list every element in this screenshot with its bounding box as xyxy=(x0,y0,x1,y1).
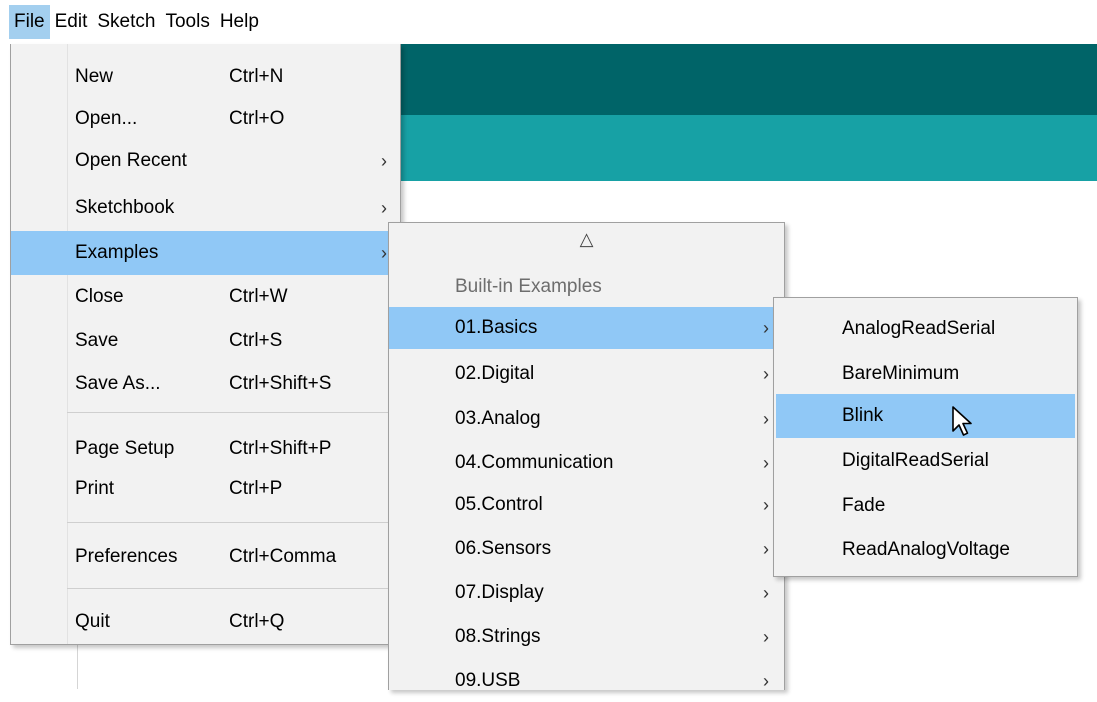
menu-edit[interactable]: Edit xyxy=(50,5,93,39)
menu-item-08-strings[interactable]: 08.Strings › xyxy=(389,616,784,658)
mouse-pointer-icon xyxy=(952,406,972,436)
menu-item-label: Quit xyxy=(75,611,110,632)
menu-item-bare-minimum[interactable]: BareMinimum xyxy=(774,353,1077,395)
menu-item-label: 01.Basics xyxy=(455,317,538,338)
chevron-right-icon: › xyxy=(763,671,769,691)
menu-item-label: Fade xyxy=(842,495,886,516)
chevron-right-icon: › xyxy=(763,318,769,338)
menu-item-09-usb[interactable]: 09.USB › xyxy=(389,660,784,702)
menu-item-01-basics[interactable]: 01.Basics › xyxy=(389,307,784,349)
chevron-right-icon: › xyxy=(763,453,769,473)
menu-item-label: 07.Display xyxy=(455,582,544,603)
menu-item-read-analog-voltage[interactable]: ReadAnalogVoltage xyxy=(774,529,1077,571)
chevron-right-icon: › xyxy=(763,583,769,603)
menu-bar: File Edit Sketch Tools Help xyxy=(0,0,1097,44)
menu-help[interactable]: Help xyxy=(215,5,264,39)
menu-item-label: 04.Communication xyxy=(455,452,614,473)
menu-item-new[interactable]: New Ctrl+N xyxy=(11,56,400,98)
menu-item-shortcut: Ctrl+S xyxy=(229,330,283,351)
menu-sketch[interactable]: Sketch xyxy=(92,5,160,39)
menu-separator xyxy=(67,412,396,413)
menu-item-label: BareMinimum xyxy=(842,363,960,384)
menu-item-shortcut: Ctrl+Q xyxy=(229,611,285,632)
chevron-right-icon: › xyxy=(381,243,387,263)
chevron-right-icon: › xyxy=(381,198,387,218)
menu-item-page-setup[interactable]: Page Setup Ctrl+Shift+P xyxy=(11,428,400,470)
menu-separator xyxy=(67,588,396,589)
menu-item-label: Blink xyxy=(842,405,884,426)
menu-item-digital-read-serial[interactable]: DigitalReadSerial xyxy=(774,440,1077,482)
editor-gutter-line xyxy=(77,644,78,689)
chevron-right-icon: › xyxy=(763,495,769,515)
menu-item-label: 02.Digital xyxy=(455,363,535,384)
menu-separator xyxy=(67,522,396,523)
menu-item-blink[interactable]: Blink xyxy=(776,394,1075,438)
file-menu: New Ctrl+N Open... Ctrl+O Open Recent › … xyxy=(10,44,401,645)
menu-item-save-as[interactable]: Save As... Ctrl+Shift+S xyxy=(11,363,400,405)
chevron-right-icon: › xyxy=(381,151,387,171)
menu-item-label: Open... xyxy=(75,108,138,129)
menu-item-shortcut: Ctrl+Shift+P xyxy=(229,438,332,459)
menu-item-06-sensors[interactable]: 06.Sensors › xyxy=(389,528,784,570)
menu-item-04-communication[interactable]: 04.Communication › xyxy=(389,442,784,484)
basics-submenu: AnalogReadSerial BareMinimum Blink Digit… xyxy=(773,297,1078,577)
menu-item-label: 09.USB xyxy=(455,670,521,691)
menu-file[interactable]: File xyxy=(9,5,50,39)
menu-item-label: Close xyxy=(75,286,124,307)
menu-item-sketchbook[interactable]: Sketchbook › xyxy=(11,187,400,229)
menu-item-label: 08.Strings xyxy=(455,626,541,647)
menu-item-quit[interactable]: Quit Ctrl+Q xyxy=(11,601,400,643)
menu-item-label: ReadAnalogVoltage xyxy=(842,539,1010,560)
menu-item-label: Save xyxy=(75,330,119,351)
menu-item-shortcut: Ctrl+N xyxy=(229,66,284,87)
menu-item-fade[interactable]: Fade xyxy=(774,485,1077,527)
menu-item-print[interactable]: Print Ctrl+P xyxy=(11,468,400,510)
menu-section-header: Built-in Examples xyxy=(455,276,602,297)
menu-item-label: Open Recent xyxy=(75,150,187,171)
menu-item-shortcut: Ctrl+O xyxy=(229,108,285,129)
menu-item-open-recent[interactable]: Open Recent › xyxy=(11,140,400,182)
chevron-right-icon: › xyxy=(763,364,769,384)
menu-item-label: Examples xyxy=(75,242,159,263)
menu-item-03-analog[interactable]: 03.Analog › xyxy=(389,398,784,440)
menu-item-02-digital[interactable]: 02.Digital › xyxy=(389,353,784,395)
chevron-right-icon: › xyxy=(763,539,769,559)
menu-item-shortcut: Ctrl+W xyxy=(229,286,288,307)
menu-item-shortcut: Ctrl+Comma xyxy=(229,546,337,567)
examples-submenu: △ Built-in Examples 01.Basics › 02.Digit… xyxy=(388,222,785,691)
menu-item-label: 03.Analog xyxy=(455,408,541,429)
menu-item-label: New xyxy=(75,66,114,87)
chevron-right-icon: › xyxy=(763,627,769,647)
tab-bar-background xyxy=(399,115,1097,181)
menu-item-label: 05.Control xyxy=(455,494,543,515)
menu-item-close[interactable]: Close Ctrl+W xyxy=(11,276,400,318)
menu-item-label: DigitalReadSerial xyxy=(842,450,989,471)
menu-item-label: Preferences xyxy=(75,546,178,567)
menu-item-shortcut: Ctrl+Shift+S xyxy=(229,373,332,394)
menu-tools[interactable]: Tools xyxy=(160,5,214,39)
toolbar-background xyxy=(399,44,1097,115)
menu-item-examples[interactable]: Examples › xyxy=(11,231,400,275)
menu-item-shortcut: Ctrl+P xyxy=(229,478,283,499)
menu-item-label: Page Setup xyxy=(75,438,175,459)
menu-item-label: Print xyxy=(75,478,115,499)
menu-item-preferences[interactable]: Preferences Ctrl+Comma xyxy=(11,536,400,578)
menu-item-label: AnalogReadSerial xyxy=(842,318,996,339)
menu-item-open[interactable]: Open... Ctrl+O xyxy=(11,98,400,140)
menu-item-label: Sketchbook xyxy=(75,197,175,218)
chevron-right-icon: › xyxy=(763,409,769,429)
menu-item-07-display[interactable]: 07.Display › xyxy=(389,572,784,614)
menu-item-05-control[interactable]: 05.Control › xyxy=(389,484,784,526)
triangle-up-icon[interactable]: △ xyxy=(389,229,784,250)
menu-item-analog-read-serial[interactable]: AnalogReadSerial xyxy=(774,308,1077,350)
menu-item-label: Save As... xyxy=(75,373,161,394)
menu-item-label: 06.Sensors xyxy=(455,538,552,559)
menu-item-save[interactable]: Save Ctrl+S xyxy=(11,320,400,362)
